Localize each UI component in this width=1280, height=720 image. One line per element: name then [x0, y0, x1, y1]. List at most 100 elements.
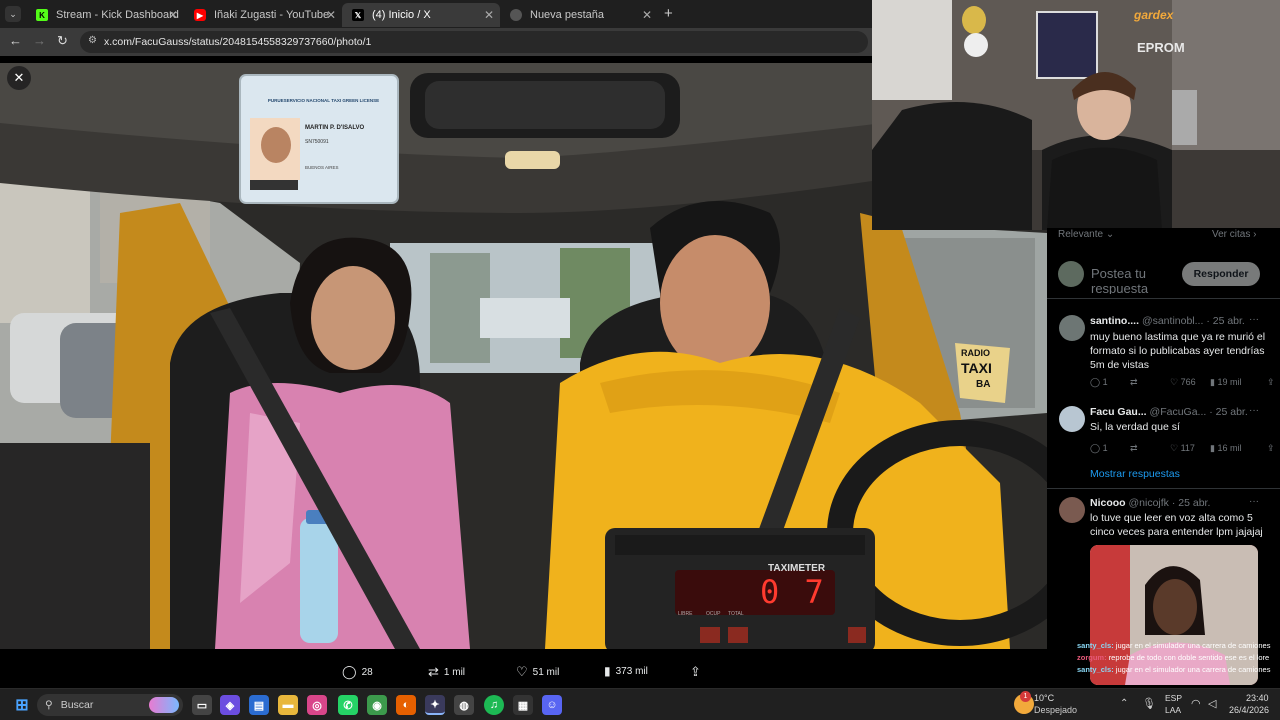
url-input[interactable]: ⚙ x.com/FacuGauss/status/204815455832973…	[80, 31, 868, 53]
taskbar: ⊞ ⚲ Buscar ▭ ◈ ▤ ▬ ◎ ✆ ◉ ◐ ✦ ◍ ♫ ▦ ☺ 1 1…	[0, 688, 1280, 720]
like-button[interactable]: ♡ 51 mil	[516, 664, 559, 680]
reply-text: muy bueno lastima que ya re murió el for…	[1090, 331, 1266, 371]
chrome-icon[interactable]: ◉	[367, 695, 387, 715]
taximeter-button-label: TOTAL	[728, 611, 744, 617]
kick-icon: K	[36, 9, 48, 21]
browser-tab-bar: ⌄ K Stream - Kick Dashboard ✕ ▶ Iñaki Zu…	[0, 0, 872, 28]
avatar	[1059, 315, 1085, 341]
comment-icon: ◯	[342, 664, 357, 679]
reply-item[interactable]: santino.... @santinobl... · 25 abr. ··· …	[1047, 311, 1280, 403]
chevron-down-icon: ⌄	[1105, 229, 1115, 240]
copilot-icon[interactable]: ◈	[220, 695, 240, 715]
language-secondary[interactable]: LAA	[1165, 705, 1181, 715]
calendar-icon[interactable]: ▦	[513, 695, 533, 715]
avatar	[1059, 497, 1085, 523]
repost-icon[interactable]: ⇄	[1130, 377, 1138, 388]
search-icon: ⚲	[45, 699, 53, 711]
clock-date[interactable]: 26/4/2026	[1229, 705, 1269, 715]
replies-panel: Relevante ⌄ Ver citas › Postea tu respue…	[1047, 228, 1280, 688]
chat-message: zorgum: reprobe de todo con doble sentid…	[1077, 653, 1270, 662]
clock-time[interactable]: 23:40	[1246, 693, 1269, 703]
reply-submit-button[interactable]: Responder	[1182, 262, 1260, 286]
show-replies-link[interactable]: Mostrar respuestas	[1090, 468, 1180, 480]
divider	[1047, 488, 1280, 489]
site-info-icon[interactable]: ⚙	[88, 35, 97, 46]
forward-icon[interactable]: →	[33, 33, 46, 48]
new-tab-icon[interactable]: +	[664, 5, 673, 22]
language-primary[interactable]: ESP	[1165, 693, 1182, 703]
firefox-icon[interactable]: ◐	[396, 695, 416, 715]
reply-header: Nicooo @nicojfk · 25 abr.	[1090, 497, 1210, 509]
share-icon[interactable]: ⇪	[1267, 377, 1275, 388]
reply-replies[interactable]: ◯ 1	[1090, 377, 1108, 388]
notification-badge: 1	[1020, 691, 1031, 702]
tab-label: (4) Inicio / X	[372, 9, 431, 21]
post-actions-bar: ◯ 28 ⇄ 1 mil ♡ 51 mil ▮ 373 mil ⇪	[0, 656, 1047, 688]
chrome-icon	[510, 9, 522, 21]
obs-icon[interactable]: ◍	[454, 695, 474, 715]
whatsapp-icon[interactable]: ✆	[338, 695, 358, 715]
back-icon[interactable]: ←	[9, 33, 22, 48]
tab-search-icon[interactable]: ⌄	[5, 6, 21, 22]
windows-start-icon[interactable]: ⊞	[12, 695, 32, 715]
tab-x[interactable]: 𝕏 (4) Inicio / X ✕	[342, 3, 500, 27]
share-icon[interactable]: ⇪	[1267, 443, 1275, 454]
x-icon: 𝕏	[352, 9, 364, 21]
wifi-icon[interactable]: ◠	[1191, 697, 1201, 710]
file-explorer-icon[interactable]: ▬	[278, 695, 298, 715]
reply-item[interactable]: Facu Gau... @FacuGa... · 25 abr. ··· Si,…	[1047, 403, 1280, 463]
reply-likes[interactable]: ♡ 766	[1170, 377, 1196, 388]
microphone-icon[interactable]: 🎙	[1142, 697, 1156, 710]
webcam-overlay: gardex EPROM	[872, 0, 1280, 230]
sort-label: Relevante	[1058, 229, 1104, 240]
more-icon[interactable]: ···	[1249, 405, 1259, 416]
app-icon[interactable]: ✦	[425, 695, 445, 715]
close-viewer-button[interactable]: ✕	[7, 66, 31, 90]
taximeter-button-label: OCUP	[706, 611, 721, 617]
reply-views[interactable]: ▮ 19 mil	[1210, 377, 1241, 388]
task-view-icon[interactable]: ▭	[192, 695, 212, 715]
reload-icon[interactable]: ↻	[57, 33, 68, 49]
volume-icon[interactable]: ◁	[1208, 697, 1216, 710]
tab-youtube[interactable]: ▶ Iñaki Zugasti - YouTube ✕	[184, 3, 342, 27]
heart-icon: ♡	[516, 664, 528, 679]
repost-button[interactable]: ⇄ 1 mil	[428, 664, 465, 680]
reply-text: Si, la verdad que sí	[1090, 421, 1180, 433]
chat-message: santy_cls: jugar en el simulador una car…	[1077, 665, 1271, 674]
views-button[interactable]: ▮ 373 mil	[604, 664, 648, 678]
reply-replies[interactable]: ◯ 1	[1090, 443, 1108, 454]
repost-icon[interactable]: ⇄	[1130, 443, 1138, 454]
reply-date: · 25 abr.	[1206, 315, 1245, 327]
spotify-icon[interactable]: ♫	[484, 695, 504, 715]
bar-chart-icon: ▮	[604, 664, 611, 678]
tab-label: Nueva pestaña	[530, 9, 604, 21]
avatar	[1059, 406, 1085, 432]
instagram-icon[interactable]: ◎	[307, 695, 327, 715]
sort-dropdown[interactable]: Relevante ⌄	[1058, 229, 1114, 240]
taskbar-search[interactable]: ⚲ Buscar	[37, 694, 183, 716]
chevron-up-icon[interactable]: ⌃	[1120, 698, 1128, 709]
reply-views[interactable]: ▮ 16 mil	[1210, 443, 1241, 454]
reply-author: Nicooo	[1090, 497, 1126, 509]
chat-message: santy_cls: jugar en el simulador una car…	[1077, 641, 1271, 650]
tab-kick[interactable]: K Stream - Kick Dashboard ✕	[26, 3, 184, 27]
discord-icon[interactable]: ☺	[542, 695, 562, 715]
repost-count: 1 mil	[443, 666, 466, 678]
more-icon[interactable]: ···	[1249, 496, 1259, 507]
share-button[interactable]: ⇪	[690, 664, 701, 680]
quotes-link[interactable]: Ver citas ›	[1212, 229, 1256, 240]
more-icon[interactable]: ···	[1249, 314, 1259, 325]
views-count: 373 mil	[615, 665, 648, 677]
close-icon[interactable]: ✕	[168, 8, 178, 22]
reply-button[interactable]: ◯ 28	[342, 664, 373, 680]
tab-new[interactable]: Nueva pestaña ✕	[500, 3, 658, 27]
compose-input[interactable]: Postea tu respuesta	[1091, 266, 1173, 294]
close-icon[interactable]: ✕	[642, 8, 652, 22]
close-icon[interactable]: ✕	[326, 8, 336, 22]
chevron-right-icon: ›	[1253, 229, 1257, 240]
reply-handle: @santinobl...	[1141, 315, 1204, 327]
store-icon[interactable]: ▤	[249, 695, 269, 715]
close-icon[interactable]: ✕	[484, 8, 494, 22]
reply-handle: @FacuGa...	[1149, 406, 1207, 418]
reply-likes[interactable]: ♡ 117	[1170, 443, 1195, 454]
